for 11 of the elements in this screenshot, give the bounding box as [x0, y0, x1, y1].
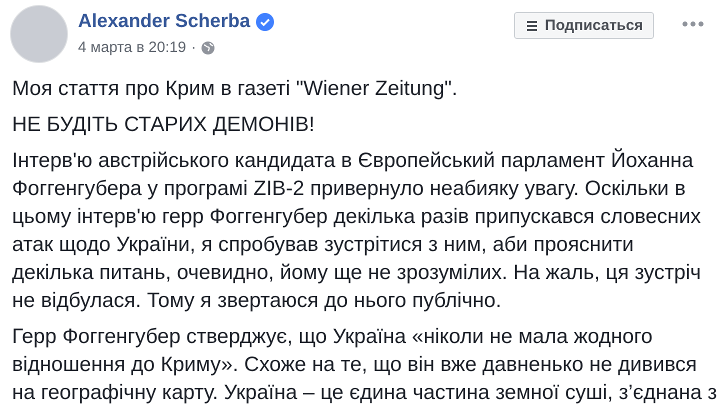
author-name[interactable]: Alexander Scherba — [78, 11, 250, 33]
list-icon — [524, 18, 539, 32]
globe-icon — [201, 40, 216, 54]
follow-button[interactable]: Подписаться — [514, 12, 654, 39]
post-paragraph: Моя стаття про Крим в газеті "Wiener Zeitung". — [12, 76, 459, 102]
more-options-icon[interactable] — [682, 21, 704, 27]
post-paragraph: Герр Фоггенгубер стверджує, що Україна «ніколи не мала жодного відношення до Криму». Схоже на те, що він вже давненько не дивився на географічну карту. Україна – це єдина частина земної суші, з’єднана з — [12, 324, 718, 406]
post-paragraph: Інтерв'ю австрійського кандидата в Європейський парламент Йоханна Фоггенгубера у програмі ZIB-2 привернуло неабияку увагу. Оскільки в цьому інтерв'ю герр Фоггенгубер декілька разів припускався словесних атак щодо України, я спробував зустрітися з ним, аби прояснити декілька питань, очевидно, йому ще не зрозумілих. На жаль, ця зустріч не відбулася. Тому я звертаюся до нього публічно. — [12, 147, 702, 314]
post-paragraph: НЕ БУДІТЬ СТАРИХ ДЕМОНІВ! — [12, 112, 316, 138]
post-date[interactable]: 4 марта в 20:19 — [78, 39, 186, 56]
separator: · — [191, 39, 196, 56]
